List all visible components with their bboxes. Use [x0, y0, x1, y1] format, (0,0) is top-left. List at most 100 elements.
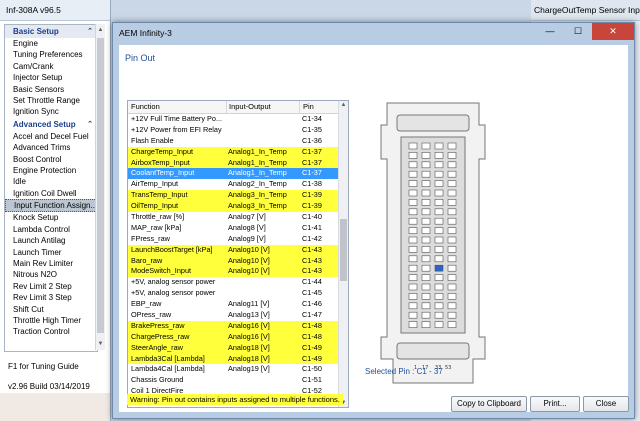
connector-pin[interactable]: [421, 321, 431, 328]
table-row[interactable]: MAP_raw [kPa] Analog8 [V] C1-41: [128, 223, 338, 234]
connector-pin[interactable]: [421, 189, 431, 197]
connector-pin[interactable]: [421, 227, 431, 234]
connector-pin[interactable]: [434, 311, 444, 319]
connector-pin[interactable]: [421, 264, 431, 272]
connector-pin[interactable]: [408, 152, 418, 159]
table-scrollbar[interactable]: ▲ ▼: [338, 101, 348, 407]
connector-pin[interactable]: [447, 321, 457, 328]
connector-pin[interactable]: [434, 227, 444, 234]
tree-section-header[interactable]: Advanced Setup ⌃: [5, 118, 97, 131]
tree-item[interactable]: Launch Timer: [5, 247, 97, 258]
col-function[interactable]: Function: [131, 102, 160, 111]
connector-pin[interactable]: [434, 293, 444, 300]
connector-pin[interactable]: [434, 274, 444, 281]
connector-pin[interactable]: [434, 208, 444, 216]
connector-pin[interactable]: [408, 293, 418, 300]
connector-pin[interactable]: [421, 208, 431, 216]
table-row[interactable]: +12V Power from EFI Relay C1-35: [128, 125, 338, 136]
collapse-chevron-icon[interactable]: ⌃: [87, 25, 93, 38]
connector-pin[interactable]: [434, 189, 444, 197]
connector-pin[interactable]: [434, 170, 444, 178]
table-row[interactable]: FPress_raw Analog9 [V] C1-42: [128, 234, 338, 245]
connector-pin[interactable]: [434, 180, 444, 187]
tree-item[interactable]: Traction Control: [5, 326, 97, 337]
tree-item[interactable]: Set Throttle Range: [5, 95, 97, 106]
close-icon[interactable]: ✕: [592, 23, 634, 40]
connector-pin[interactable]: [447, 302, 457, 310]
connector-pin[interactable]: [447, 227, 457, 234]
table-row[interactable]: AirboxTemp_Input Analog1_In_Temp C1-37: [128, 157, 338, 169]
tree-item[interactable]: Knock Setup: [5, 212, 97, 223]
table-row[interactable]: LaunchBoostTarget [kPa] Analog10 [V] C1-43: [128, 244, 338, 256]
connector-pin[interactable]: [434, 236, 444, 244]
connector-pin[interactable]: [434, 246, 444, 253]
connector-pin[interactable]: [408, 142, 418, 150]
connector-pin[interactable]: [421, 246, 431, 253]
connector-pin[interactable]: [434, 152, 444, 159]
connector-pin[interactable]: [408, 302, 418, 310]
copy-to-clipboard-button[interactable]: Copy to Clipboard: [451, 396, 527, 412]
connector-pin[interactable]: [434, 161, 444, 169]
connector-pin[interactable]: [447, 189, 457, 197]
table-row[interactable]: EBP_raw Analog11 [V] C1-46: [128, 299, 338, 310]
table-row[interactable]: Throttle_raw [%] Analog7 [V] C1-40: [128, 212, 338, 223]
connector-pin[interactable]: [421, 161, 431, 169]
connector-pin[interactable]: [408, 321, 418, 328]
table-row[interactable]: +5V, analog sensor power C1-44: [128, 277, 338, 288]
tree-item[interactable]: Idle: [5, 176, 97, 187]
table-row[interactable]: Flash Enable C1-36: [128, 136, 338, 147]
tree-item[interactable]: Launch Antilag: [5, 235, 97, 246]
connector-pin[interactable]: [408, 246, 418, 253]
connector-pin[interactable]: [447, 180, 457, 187]
connector-pin[interactable]: [421, 311, 431, 319]
connector-pin[interactable]: [408, 217, 418, 225]
connector-pin[interactable]: [408, 199, 418, 206]
connector-pin[interactable]: [447, 217, 457, 225]
tree-item[interactable]: Accel and Decel Fuel: [5, 131, 97, 142]
connector-pin[interactable]: [421, 152, 431, 159]
connector-pin[interactable]: [434, 302, 444, 310]
tree-item[interactable]: Engine Protection: [5, 165, 97, 176]
connector-pin[interactable]: [447, 255, 457, 263]
connector-pin[interactable]: [447, 274, 457, 281]
table-row[interactable]: Lambda3Cal [Lambda] Analog18 [V] C1-49: [128, 353, 338, 365]
table-row[interactable]: +5V, analog sensor power C1-45: [128, 288, 338, 299]
connector-pin[interactable]: [408, 264, 418, 272]
table-row[interactable]: +12V Full Time Battery Po... C1-34: [128, 114, 338, 125]
connector-pin[interactable]: [421, 142, 431, 150]
connector-pin[interactable]: [408, 255, 418, 263]
maximize-icon[interactable]: ☐: [564, 23, 592, 40]
connector-pin[interactable]: [421, 236, 431, 244]
tree-item[interactable]: Advanced Trims: [5, 142, 97, 153]
tree-item[interactable]: Lambda Control: [5, 224, 97, 235]
connector-pin[interactable]: [408, 189, 418, 197]
connector-pin[interactable]: [434, 321, 444, 328]
col-input-output[interactable]: Input-Output: [229, 102, 271, 111]
connector-pin[interactable]: [421, 217, 431, 225]
print-button[interactable]: Print...: [530, 396, 580, 412]
connector-pin[interactable]: [408, 170, 418, 178]
connector-pin[interactable]: [447, 264, 457, 272]
connector-pin[interactable]: [421, 302, 431, 310]
connector-pin[interactable]: [447, 311, 457, 319]
connector-pin[interactable]: [421, 255, 431, 263]
connector-pin[interactable]: [408, 274, 418, 281]
connector-pin[interactable]: [447, 246, 457, 253]
scroll-up-icon[interactable]: ▲: [96, 25, 105, 35]
table-row[interactable]: CoolantTemp_Input Analog1_In_Temp C1-37: [128, 168, 338, 180]
connector-pin[interactable]: [434, 199, 444, 206]
connector-pin[interactable]: [408, 208, 418, 216]
table-row[interactable]: OilTemp_Input Analog3_In_Temp C1-39: [128, 201, 338, 213]
table-row[interactable]: Baro_raw Analog10 [V] C1-43: [128, 255, 338, 267]
table-row[interactable]: OPress_raw Analog13 [V] C1-47: [128, 310, 338, 321]
table-row[interactable]: Lambda4Cal [Lambda] Analog19 [V] C1-50: [128, 364, 338, 375]
tree-item[interactable]: Ignition Coil Dwell: [5, 188, 97, 199]
tree-item[interactable]: Basic Sensors: [5, 84, 97, 95]
close-button[interactable]: Close: [583, 396, 629, 412]
table-row[interactable]: BrakePress_raw Analog16 [V] C1-48: [128, 320, 338, 332]
connector-pin[interactable]: [408, 161, 418, 169]
setup-tree[interactable]: Basic Setup ⌃ Engine Tuning Preferences Cam/…: [4, 24, 98, 352]
tree-item[interactable]: Ignition Sync: [5, 106, 97, 117]
connector-pin[interactable]: [447, 283, 457, 291]
connector-pin[interactable]: [421, 274, 431, 281]
